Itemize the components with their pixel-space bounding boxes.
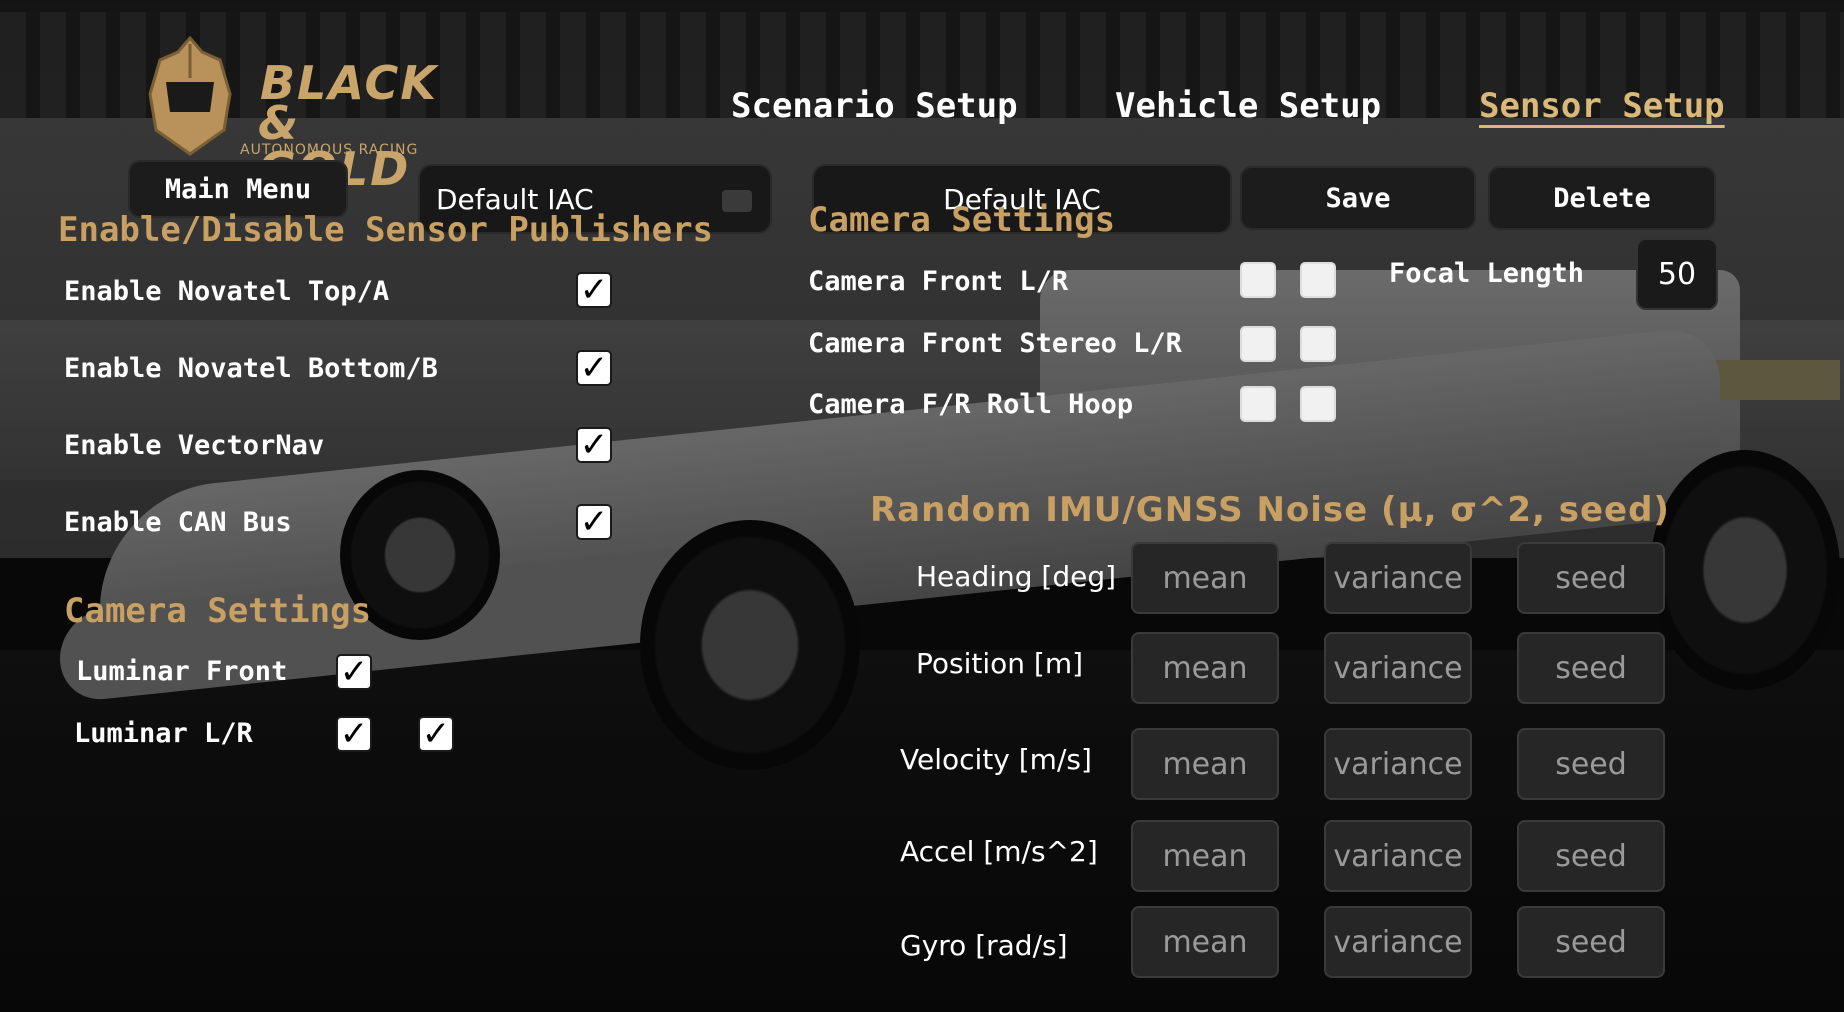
knight-helmet-icon <box>148 35 232 156</box>
accel-mean-input[interactable]: mean <box>1131 820 1279 892</box>
checkmark-icon: ✓ <box>579 425 609 465</box>
noise-row-label: Gyro [rad/s] <box>900 929 1068 962</box>
dropdown-arrow-icon <box>722 190 752 212</box>
camera-hoop-rear-checkbox[interactable] <box>1300 386 1336 422</box>
position-mean-input[interactable]: mean <box>1131 632 1279 704</box>
heading-variance-input[interactable]: variance <box>1324 542 1472 614</box>
checkmark-icon: ✓ <box>579 502 609 542</box>
publisher-label: Enable VectorNav <box>64 430 325 461</box>
gyro-variance-input[interactable]: variance <box>1324 906 1472 978</box>
lidar-section-title: Camera Settings <box>64 591 372 631</box>
heading-seed-input[interactable]: seed <box>1517 542 1665 614</box>
heading-mean-input[interactable]: mean <box>1131 542 1279 614</box>
position-variance-input[interactable]: variance <box>1324 632 1472 704</box>
publisher-label: Enable CAN Bus <box>64 507 292 538</box>
camera-stereo-left-checkbox[interactable] <box>1240 326 1276 362</box>
noise-row-label: Position [m] <box>916 647 1084 680</box>
can-bus-checkbox[interactable]: ✓ <box>576 504 612 540</box>
focal-length-label: Focal Length <box>1389 258 1585 289</box>
noise-row-label: Heading [deg] <box>916 560 1117 593</box>
noise-section-title: Random IMU/GNSS Noise (μ, σ^2, seed) <box>870 490 1670 530</box>
accel-seed-input[interactable]: seed <box>1517 820 1665 892</box>
gyro-seed-input[interactable]: seed <box>1517 906 1665 978</box>
checkmark-icon: ✓ <box>339 714 369 754</box>
nav-sensor-setup[interactable]: Sensor Setup <box>1479 86 1725 126</box>
checkmark-icon: ✓ <box>339 652 369 692</box>
novatel-bottom-checkbox[interactable]: ✓ <box>576 350 612 386</box>
delete-button[interactable]: Delete <box>1488 166 1716 230</box>
velocity-variance-input[interactable]: variance <box>1324 728 1472 800</box>
luminar-lr-label: Luminar L/R <box>74 718 253 749</box>
luminar-left-checkbox[interactable]: ✓ <box>336 716 372 752</box>
checkmark-icon: ✓ <box>579 270 609 310</box>
camera-section-title: Camera Settings <box>808 200 1116 240</box>
checkmark-icon: ✓ <box>579 348 609 388</box>
velocity-seed-input[interactable]: seed <box>1517 728 1665 800</box>
camera-front-lr-label: Camera Front L/R <box>808 266 1069 297</box>
brand-line-3: AUTONOMOUS RACING <box>240 142 419 158</box>
nav-vehicle-setup[interactable]: Vehicle Setup <box>1115 86 1381 126</box>
luminar-front-label: Luminar Front <box>76 656 288 687</box>
accel-variance-input[interactable]: variance <box>1324 820 1472 892</box>
novatel-top-checkbox[interactable]: ✓ <box>576 272 612 308</box>
position-seed-input[interactable]: seed <box>1517 632 1665 704</box>
nav-scenario-setup[interactable]: Scenario Setup <box>731 86 1018 126</box>
brand-logo: BLACK & GOLD AUTONOMOUS RACING <box>140 34 470 192</box>
gyro-mean-input[interactable]: mean <box>1131 906 1279 978</box>
camera-front-left-checkbox[interactable] <box>1240 262 1276 298</box>
noise-row-label: Accel [m/s^2] <box>900 835 1098 868</box>
luminar-right-checkbox[interactable]: ✓ <box>418 716 454 752</box>
vectornav-checkbox[interactable]: ✓ <box>576 427 612 463</box>
publishers-section-title: Enable/Disable Sensor Publishers <box>58 210 714 250</box>
camera-hoop-front-checkbox[interactable] <box>1240 386 1276 422</box>
velocity-mean-input[interactable]: mean <box>1131 728 1279 800</box>
save-button[interactable]: Save <box>1240 166 1476 230</box>
luminar-front-checkbox[interactable]: ✓ <box>336 654 372 690</box>
camera-roll-hoop-label: Camera F/R Roll Hoop <box>808 389 1134 420</box>
publisher-label: Enable Novatel Bottom/B <box>64 353 438 384</box>
focal-length-input[interactable]: 50 <box>1636 238 1718 310</box>
noise-row-label: Velocity [m/s] <box>900 743 1092 776</box>
camera-front-stereo-label: Camera Front Stereo L/R <box>808 328 1182 359</box>
camera-stereo-right-checkbox[interactable] <box>1300 326 1336 362</box>
publisher-label: Enable Novatel Top/A <box>64 276 390 307</box>
checkmark-icon: ✓ <box>421 714 451 754</box>
camera-front-right-checkbox[interactable] <box>1300 262 1336 298</box>
